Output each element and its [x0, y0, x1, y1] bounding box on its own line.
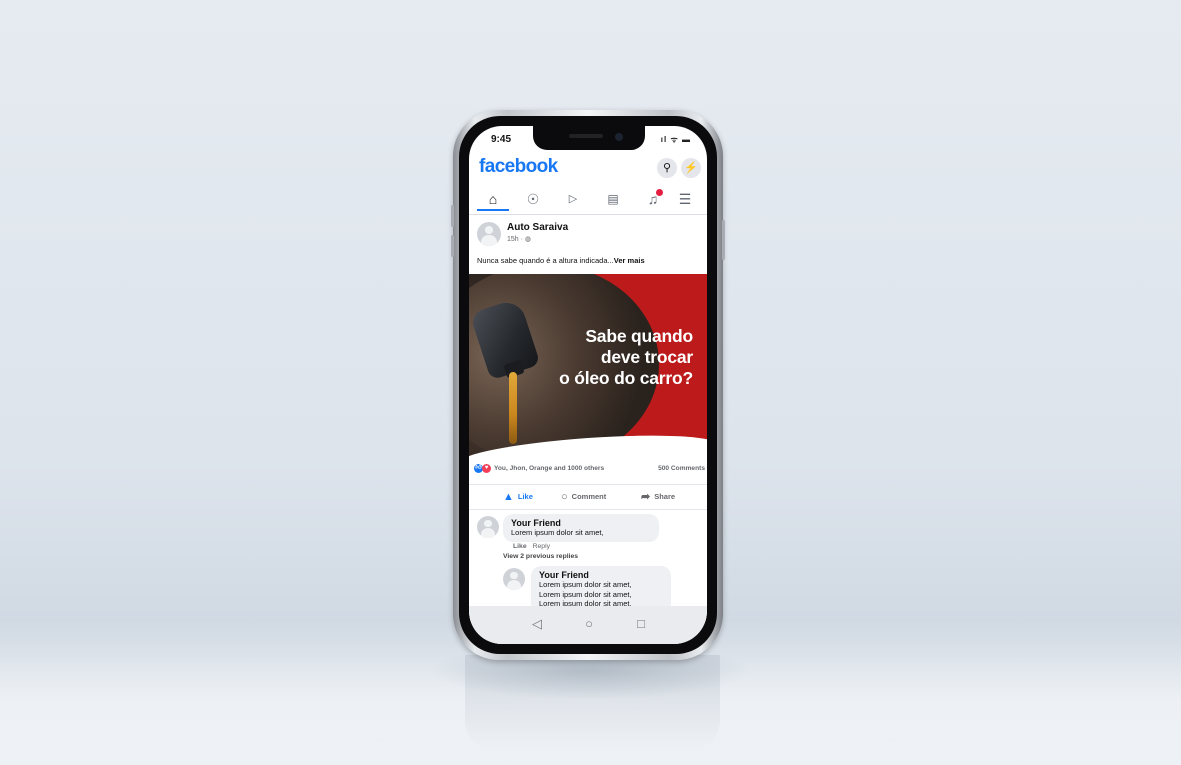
- comment-author[interactable]: Your Friend: [511, 518, 651, 528]
- reactions-summary[interactable]: 👍︎ ♥ You, Jhon, Orange and 1000 others 5…: [469, 464, 707, 476]
- post-author[interactable]: Auto Saraiva: [507, 222, 568, 233]
- headline-line: Sabe quando: [585, 326, 693, 346]
- home-icon[interactable]: ⌂: [477, 188, 509, 211]
- headline-line: o óleo do carro?: [559, 368, 693, 388]
- recents-icon[interactable]: □: [631, 616, 651, 631]
- comment-actions: Like Reply: [513, 543, 550, 550]
- comment-bubble: Your Friend Lorem ipsum dolor sit amet,: [503, 514, 659, 542]
- thumbs-up-icon: ▲: [503, 491, 514, 504]
- smartphone-mockup: 9:45 ıl ᯤ ▬ facebook ⚲ ⚡ ⌂ ☉ ▷ ▤ ♫ ☰ Aut…: [451, 110, 725, 660]
- menu-icon[interactable]: ☰: [669, 188, 701, 210]
- reply-text-line: Lorem ipsum dolor sit amet,: [539, 589, 632, 599]
- reactions-text: You, Jhon, Orange and 1000 others: [494, 465, 605, 472]
- comment-bubble-icon: ○: [561, 491, 568, 504]
- share-label: Share: [654, 492, 676, 501]
- signal-wifi-battery-icon: ıl ᯤ ▬: [660, 135, 691, 144]
- notifications-icon[interactable]: ♫: [637, 188, 669, 210]
- watch-icon[interactable]: ▷: [557, 188, 589, 210]
- power-button: [722, 220, 725, 260]
- post-timestamp: 15h · ◍: [507, 236, 532, 243]
- page-avatar[interactable]: [477, 222, 501, 246]
- comment-like-link[interactable]: Like: [513, 543, 527, 550]
- reply-avatar[interactable]: [503, 568, 525, 590]
- image-headline: Sabe quando deve trocar o óleo do carro?: [559, 326, 693, 389]
- app-header: facebook ⚲ ⚡: [469, 154, 707, 182]
- comment-text: Lorem ipsum dolor sit amet,: [511, 528, 604, 537]
- groups-icon[interactable]: ☉: [517, 188, 549, 210]
- front-camera: [615, 133, 623, 141]
- view-previous-replies-link[interactable]: View 2 previous replies: [503, 553, 578, 560]
- marketplace-icon[interactable]: ▤: [597, 188, 629, 210]
- post-image[interactable]: Sabe quando deve trocar o óleo do carro?: [469, 274, 707, 456]
- post-header: Auto Saraiva 15h · ◍: [469, 222, 707, 248]
- active-tab-indicator: [477, 209, 509, 211]
- speaker-grille: [569, 134, 603, 138]
- search-icon[interactable]: ⚲: [657, 158, 677, 178]
- reply-author[interactable]: Your Friend: [539, 570, 663, 580]
- headline-line: deve trocar: [600, 347, 693, 367]
- oil-stream: [509, 372, 517, 444]
- post-caption: Nunca sabe quando é a altura indicada...…: [477, 256, 705, 265]
- volume-up-button: [451, 205, 454, 227]
- comment-label: Comment: [571, 492, 607, 501]
- notification-badge: [656, 189, 663, 196]
- status-time: 9:45: [491, 134, 512, 145]
- post-actions: ▲ Like ○ Comment ➦ Share: [469, 484, 707, 510]
- home-circle-icon[interactable]: ○: [579, 616, 599, 631]
- phone-bezel: 9:45 ıl ᯤ ▬ facebook ⚲ ⚡ ⌂ ☉ ▷ ▤ ♫ ☰ Aut…: [459, 116, 717, 654]
- comment-reply-link[interactable]: Reply: [533, 543, 550, 550]
- comment-button[interactable]: ○ Comment: [561, 485, 606, 509]
- phone-screen: 9:45 ıl ᯤ ▬ facebook ⚲ ⚡ ⌂ ☉ ▷ ▤ ♫ ☰ Aut…: [469, 126, 707, 644]
- android-nav-bar: ◁ ○ □: [469, 606, 707, 644]
- back-icon[interactable]: ◁: [527, 616, 547, 632]
- messenger-icon[interactable]: ⚡: [681, 158, 701, 178]
- commenter-avatar[interactable]: [477, 516, 499, 538]
- share-button[interactable]: ➦ Share: [641, 485, 675, 509]
- reply-text-line: Lorem ipsum dolor sit amet,: [539, 580, 632, 589]
- main-nav-tabs: ⌂ ☉ ▷ ▤ ♫ ☰: [469, 184, 707, 215]
- volume-down-button: [451, 235, 454, 257]
- like-button[interactable]: ▲ Like: [503, 485, 533, 509]
- like-label: Like: [517, 492, 533, 501]
- facebook-logo[interactable]: facebook: [479, 156, 558, 178]
- see-more-link[interactable]: Ver mais: [614, 256, 645, 265]
- notch: [533, 126, 645, 150]
- post-text: Nunca sabe quando é a altura indicada...: [477, 256, 614, 265]
- share-arrow-icon: ➦: [641, 491, 651, 504]
- comments-count[interactable]: 500 Comments: [658, 465, 705, 472]
- love-reaction-icon: ♥: [482, 464, 491, 473]
